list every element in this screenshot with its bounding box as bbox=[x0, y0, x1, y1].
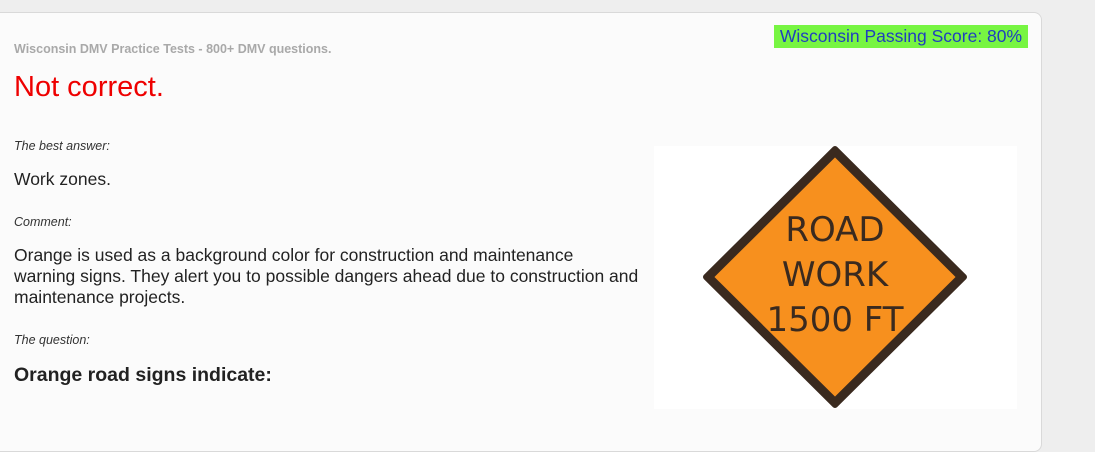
passing-score-badge: Wisconsin Passing Score: 80% bbox=[774, 25, 1028, 48]
question-text: Orange road signs indicate: bbox=[14, 364, 272, 386]
best-answer-text: Work zones. bbox=[14, 169, 111, 189]
result-title: Not correct. bbox=[14, 71, 164, 103]
road-work-sign-image: ROAD WORK 1500 FT bbox=[654, 146, 1017, 409]
sign-line-1: ROAD bbox=[785, 210, 884, 250]
sign-line-3: 1500 FT bbox=[766, 300, 903, 340]
comment-label: Comment: bbox=[14, 215, 72, 229]
best-answer-label: The best answer: bbox=[14, 139, 110, 153]
sign-line-2: WORK bbox=[782, 255, 890, 295]
question-label: The question: bbox=[14, 333, 90, 347]
site-title: Wisconsin DMV Practice Tests - 800+ DMV … bbox=[14, 42, 332, 56]
road-work-sign-icon: ROAD WORK 1500 FT bbox=[703, 146, 967, 408]
comment-text: Orange is used as a background color for… bbox=[14, 245, 639, 307]
